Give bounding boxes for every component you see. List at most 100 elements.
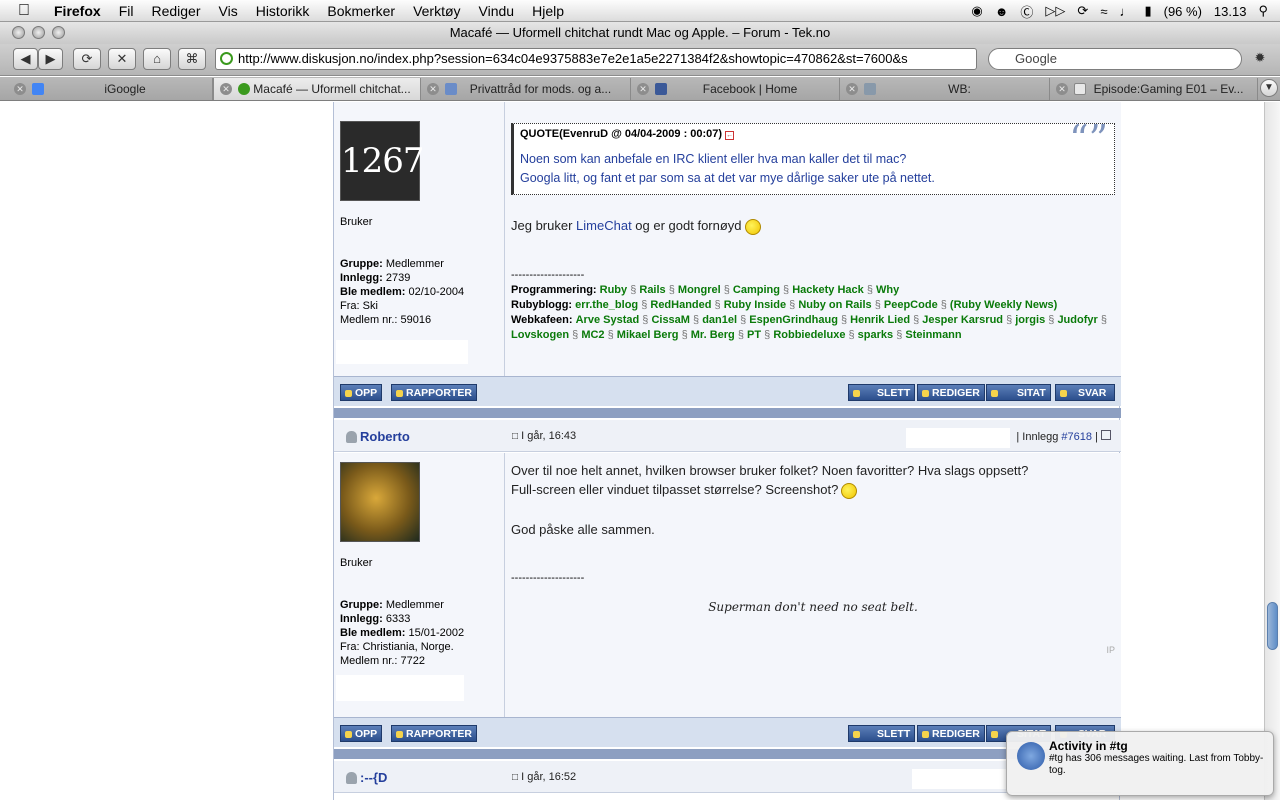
search-input[interactable]: Google [988,48,1242,70]
tab-privattrad[interactable]: ✕ Privattråd for mods. og a... [421,78,631,100]
up-button[interactable]: OPP [340,384,383,401]
signature-link[interactable]: Camping [733,284,780,296]
signature-link[interactable]: Hackety Hack [792,284,864,296]
separator: § [871,299,884,311]
back-button[interactable]: ◀ [13,48,38,70]
signature-link[interactable]: sparks [858,329,893,341]
signature-link[interactable]: Mongrel [678,284,721,296]
menu-vis[interactable]: Vis [219,3,238,19]
signature-link[interactable]: jorgis [1015,314,1045,326]
signature-link[interactable]: Jesper Karsrud [922,314,1003,326]
tab-list-chevron-icon[interactable]: ▼ [1260,79,1278,97]
post-text: Jeg bruker LimeChat og er godt fornøyd [511,216,761,235]
battery-percent[interactable]: (96 %) [1164,4,1202,19]
site-identity-icon[interactable] [220,52,233,65]
sig-label: Rubyblogg: [511,299,573,311]
separator: § [665,284,678,296]
quicksilver-icon[interactable]: Ⓒ [1020,2,1033,21]
status-icon[interactable]: ◉ [971,3,982,19]
signature-link[interactable]: Ruby Inside [724,299,786,311]
quote-text: Noen som kan anbefale en IRC klient elle… [520,150,1108,188]
post-author[interactable]: :--{D [360,770,387,785]
signature-link[interactable]: Henrik Lied [850,314,910,326]
menu-fil[interactable]: Fil [119,3,134,19]
signature-link[interactable]: Arve Systad [576,314,640,326]
tab-facebook[interactable]: ✕ Facebook | Home [631,78,840,100]
signature-link[interactable]: Ruby [600,284,628,296]
tab-episode-gaming[interactable]: ✕ Episode:Gaming E01 – Ev... [1050,78,1258,100]
signature-link[interactable]: Nuby on Rails [798,299,871,311]
quote-button[interactable]: SITAT [986,384,1051,401]
tab-macafe[interactable]: ✕ Macafé — Uformell chitchat... [213,78,421,100]
page-scrollbar[interactable] [1264,102,1280,800]
edit-button[interactable]: REDIGER [917,384,985,401]
close-window-button[interactable] [12,26,25,39]
signature-link[interactable]: Why [876,284,899,296]
battery-icon[interactable]: ▮ [1144,3,1151,19]
minimize-window-button[interactable] [32,26,45,39]
report-button[interactable]: RAPPORTER [391,725,477,742]
menu-historikk[interactable]: Historikk [256,3,310,19]
up-button[interactable]: OPP [340,725,383,742]
sync-icon[interactable]: ⟳ [1077,3,1088,19]
signature-link[interactable]: EspenGrindhaug [749,314,838,326]
zoom-window-button[interactable] [52,26,65,39]
bookmark-page-button[interactable]: ⌘ [178,48,206,70]
home-button[interactable]: ⌂ [143,48,171,70]
select-post-checkbox[interactable] [1101,430,1111,440]
edit-button[interactable]: REDIGER [917,725,985,742]
signature-link[interactable]: MC2 [581,329,604,341]
signature-link[interactable]: err.the_blog [575,299,638,311]
limechat-link[interactable]: LimeChat [576,218,632,233]
signature-link[interactable]: Mr. Berg [691,329,735,341]
signature-link[interactable]: PT [747,329,761,341]
avatar[interactable] [340,462,420,542]
notification-body: #tg has 306 messages waiting. Last from … [1049,753,1264,776]
signature-link[interactable]: Rails [639,284,665,296]
signature-link[interactable]: (Ruby Weekly News) [950,299,1057,311]
quote-link-icon[interactable]: ← [725,131,735,140]
signature-link[interactable]: RedHanded [650,299,711,311]
menu-bokmerker[interactable]: Bokmerker [327,3,395,19]
ip-icon[interactable]: IP [1106,645,1115,655]
stop-button[interactable]: ✕ [108,48,136,70]
growl-notification[interactable]: Activity in #tg #tg has 306 messages wai… [1006,731,1274,796]
spotlight-icon[interactable]: ⚲ [1258,3,1268,19]
reload-button[interactable]: ⟳ [73,48,101,70]
signature-link[interactable]: dan1el [702,314,737,326]
adium-icon[interactable]: ☻ [995,4,1009,19]
signature-link[interactable]: PeepCode [884,299,938,311]
wifi-icon[interactable]: ≈ [1100,4,1107,19]
play-icon[interactable]: ▷▷ [1045,3,1065,19]
forward-button[interactable]: ▶ [38,48,63,70]
scrollbar-thumb[interactable] [1267,602,1278,650]
signature-link[interactable]: Mikael Berg [617,329,679,341]
post-number-prefix: | Innlegg [1016,431,1062,443]
url-bar[interactable]: http://www.diskusjon.no/index.php?sessio… [215,48,977,70]
signature-link[interactable]: Lovskogen [511,329,569,341]
signature-link[interactable]: Robbiedeluxe [773,329,845,341]
avatar[interactable]: 1267 [340,121,425,201]
delete-button[interactable]: SLETT [848,725,916,742]
tab-wb[interactable]: ✕ WB: [840,78,1050,100]
volume-icon[interactable]: ♩ [1119,4,1132,19]
signature-link[interactable]: CissaM [651,314,690,326]
tab-igoogle[interactable]: ✕ iGoogle [8,78,213,100]
app-menu-firefox[interactable]: Firefox [54,3,101,19]
forum-thread: 1267 Bruker Gruppe: Medlemmer Innlegg: 2… [333,102,1121,800]
signature-link[interactable]: Steinmann [905,329,961,341]
post-icon: □ [512,431,519,442]
report-button[interactable]: RAPPORTER [391,384,477,401]
apple-icon[interactable]:  [18,2,38,20]
menu-vindu[interactable]: Vindu [479,3,515,19]
clock[interactable]: 13.13 [1214,4,1247,19]
quote-line: Noen som kan anbefale en IRC klient elle… [520,152,907,166]
post-number-link[interactable]: #7618 [1061,431,1092,443]
delete-button[interactable]: SLETT [848,384,916,401]
menu-verktoy[interactable]: Verktøy [413,3,460,19]
signature-link[interactable]: Judofyr [1057,314,1097,326]
reply-button[interactable]: SVAR [1055,384,1116,401]
menu-hjelp[interactable]: Hjelp [532,3,564,19]
menu-rediger[interactable]: Rediger [151,3,200,19]
post-author[interactable]: Roberto [360,429,410,444]
